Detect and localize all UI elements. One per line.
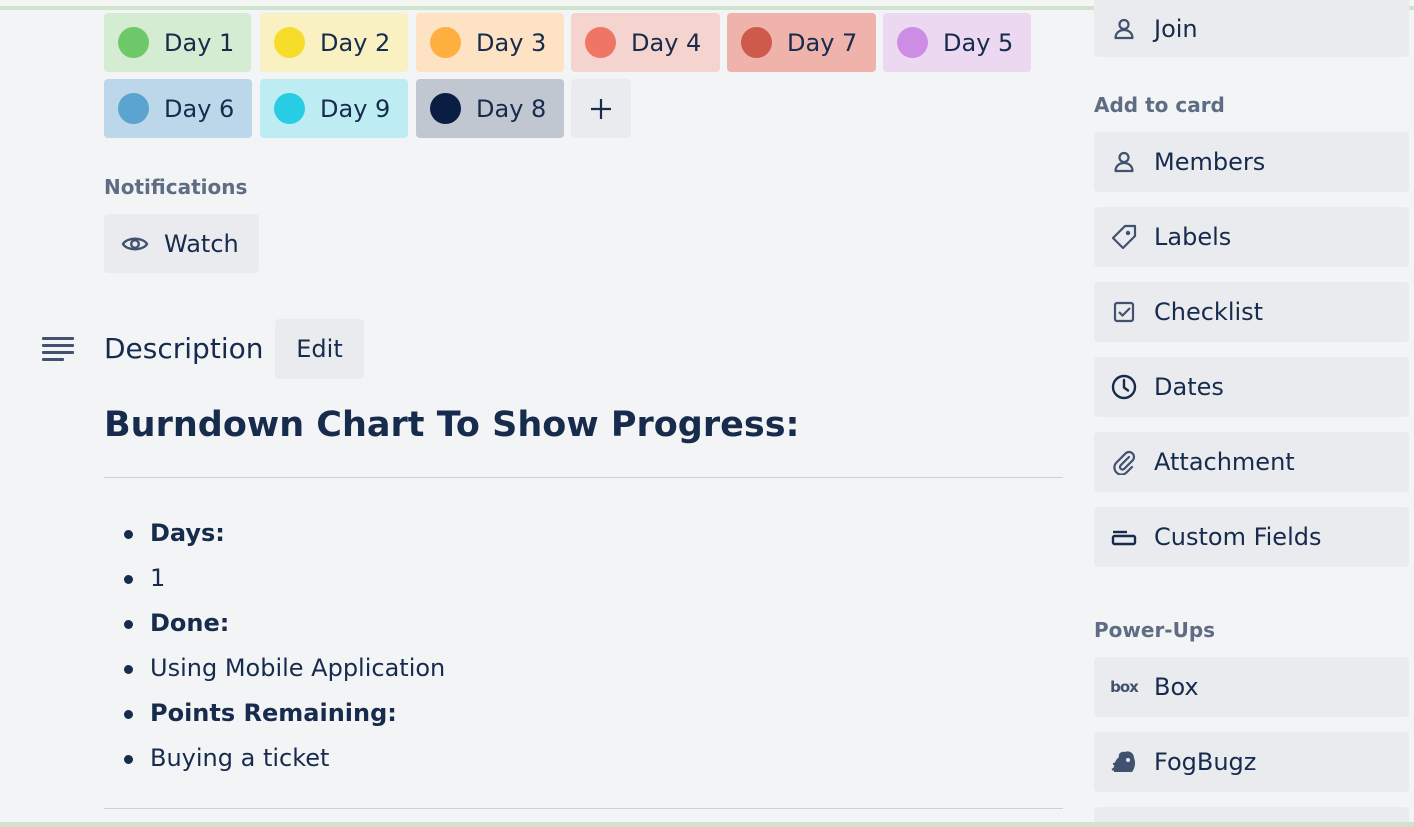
label-chip[interactable]: Day 9: [260, 79, 408, 138]
custom-fields-icon: [1109, 522, 1139, 552]
list-item: Points Remaining:: [104, 695, 445, 740]
custom-fields-button[interactable]: Custom Fields: [1094, 507, 1409, 567]
checklist-icon: [1109, 297, 1139, 327]
divider: [104, 477, 1063, 478]
attachment-label: Attachment: [1154, 448, 1295, 476]
custom-fields-label: Custom Fields: [1154, 523, 1322, 551]
eye-icon: [121, 237, 149, 250]
label-text: Day 3: [476, 28, 547, 57]
fogbugz-logo-icon: [1109, 747, 1139, 777]
label-chip[interactable]: Day 2: [260, 13, 408, 72]
label-chip[interactable]: Day 7: [727, 13, 876, 72]
description-bullet-list: Days: 1 Done: Using Mobile Application P…: [104, 515, 445, 785]
labels-label: Labels: [1154, 223, 1232, 251]
join-label: Join: [1154, 14, 1198, 43]
label-color-dot: [118, 93, 149, 124]
description-icon: [42, 337, 74, 361]
label-text: Day 5: [943, 28, 1014, 57]
checklist-label: Checklist: [1154, 298, 1264, 326]
members-button[interactable]: Members: [1094, 132, 1409, 192]
label-color-dot: [430, 27, 461, 58]
join-button[interactable]: Join: [1094, 0, 1409, 57]
power-ups-title: Power-Ups: [1094, 618, 1216, 642]
plus-icon: [591, 98, 611, 119]
box-logo-icon: box: [1109, 672, 1139, 702]
label-text: Day 9: [320, 94, 391, 123]
label-chip[interactable]: Day 5: [883, 13, 1031, 72]
list-item: 1: [104, 560, 445, 605]
label-color-dot: [274, 27, 305, 58]
checklist-button[interactable]: Checklist: [1094, 282, 1409, 342]
label-color-dot: [118, 27, 149, 58]
box-logo-text: box: [1110, 678, 1139, 696]
person-icon: [1109, 147, 1139, 177]
clock-icon: [1109, 372, 1139, 402]
list-item: Using Mobile Application: [104, 650, 445, 695]
description-title: Description: [104, 332, 264, 365]
watch-button[interactable]: Watch: [104, 214, 259, 273]
label-text: Day 8: [476, 94, 547, 123]
add-label-button[interactable]: [571, 79, 631, 138]
label-color-dot: [430, 93, 461, 124]
divider: [104, 808, 1063, 809]
label-color-dot: [274, 93, 305, 124]
label-text: Day 6: [164, 94, 235, 123]
fogbugz-powerup-button[interactable]: FogBugz: [1094, 732, 1409, 792]
label-chip[interactable]: Day 8: [416, 79, 564, 138]
attachment-button[interactable]: Attachment: [1094, 432, 1409, 492]
add-to-card-title: Add to card: [1094, 93, 1225, 117]
dates-button[interactable]: Dates: [1094, 357, 1409, 417]
box-powerup-button[interactable]: box Box: [1094, 657, 1409, 717]
list-item: Done:: [104, 605, 445, 650]
tag-icon: [1109, 222, 1139, 252]
watch-label: Watch: [164, 229, 239, 258]
label-color-dot: [897, 27, 928, 58]
box-label: Box: [1154, 673, 1199, 701]
label-text: Day 1: [164, 28, 235, 57]
edit-description-button[interactable]: Edit: [275, 319, 364, 379]
members-label: Members: [1154, 148, 1266, 176]
label-chip[interactable]: Day 6: [104, 79, 252, 138]
paperclip-icon: [1109, 447, 1139, 477]
label-color-dot: [741, 27, 772, 58]
notifications-title: Notifications: [104, 175, 248, 199]
dates-label: Dates: [1154, 373, 1224, 401]
label-text: Day 4: [631, 28, 702, 57]
list-item: Days:: [104, 515, 445, 560]
fogbugz-label: FogBugz: [1154, 748, 1257, 776]
labels-button[interactable]: Labels: [1094, 207, 1409, 267]
label-chip[interactable]: Day 1: [104, 13, 251, 72]
list-item: Buying a ticket: [104, 740, 445, 785]
person-icon: [1109, 14, 1139, 44]
label-chip[interactable]: Day 3: [416, 13, 564, 72]
label-color-dot: [585, 27, 616, 58]
bottom-border: [0, 822, 1414, 827]
label-text: Day 7: [787, 28, 858, 57]
label-chip[interactable]: Day 4: [571, 13, 720, 72]
powerup-button-partial[interactable]: [1094, 807, 1409, 822]
description-heading: Burndown Chart To Show Progress:: [104, 405, 800, 445]
label-text: Day 2: [320, 28, 391, 57]
